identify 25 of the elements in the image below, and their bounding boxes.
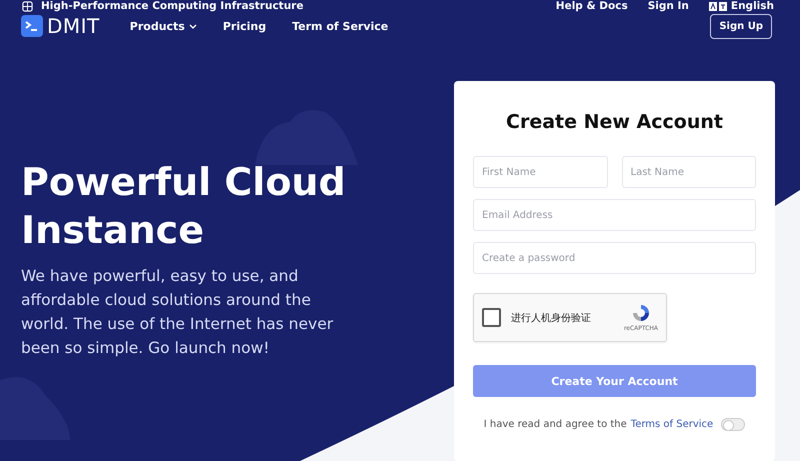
nav-link[interactable]: Products xyxy=(130,20,197,32)
input-field[interactable]: Last Name xyxy=(622,156,756,188)
recaptcha-icon xyxy=(630,303,651,323)
input-field[interactable]: First Name xyxy=(473,156,608,188)
top-link[interactable]: Sign In xyxy=(648,0,689,12)
server-icon xyxy=(22,0,33,12)
tagline: High-Performance Computing Infrastructure xyxy=(41,0,304,12)
top-link[interactable]: Help & Docs xyxy=(556,0,628,12)
logo-icon xyxy=(21,15,43,37)
nav-link[interactable]: Term of Service xyxy=(292,20,388,32)
input-field[interactable]: Create a password xyxy=(473,242,756,274)
captcha-checkbox[interactable] xyxy=(482,308,501,327)
sign-up-button[interactable]: Sign Up xyxy=(710,14,772,38)
nav-link[interactable]: Pricing xyxy=(222,20,266,32)
language-link[interactable]: English xyxy=(708,0,774,12)
agree-text: I have read and agree to the xyxy=(484,419,627,430)
agree-toggle[interactable] xyxy=(721,418,746,431)
captcha-label: 进行人机身份验证 xyxy=(511,312,592,324)
input-field[interactable]: Email Address xyxy=(473,199,756,231)
terms-link[interactable]: Terms of Service xyxy=(630,419,714,430)
hero-text: We have powerful, easy to use, and affordable cloud solutions around the world. The use of the Internet has never been so simple. Go launch now! xyxy=(21,266,334,359)
chevron-down-icon xyxy=(188,24,197,28)
hero-title: Powerful Cloud Instance xyxy=(21,159,347,254)
form-title: Create New Account xyxy=(505,111,724,133)
logo-text: DMIT xyxy=(47,14,100,38)
